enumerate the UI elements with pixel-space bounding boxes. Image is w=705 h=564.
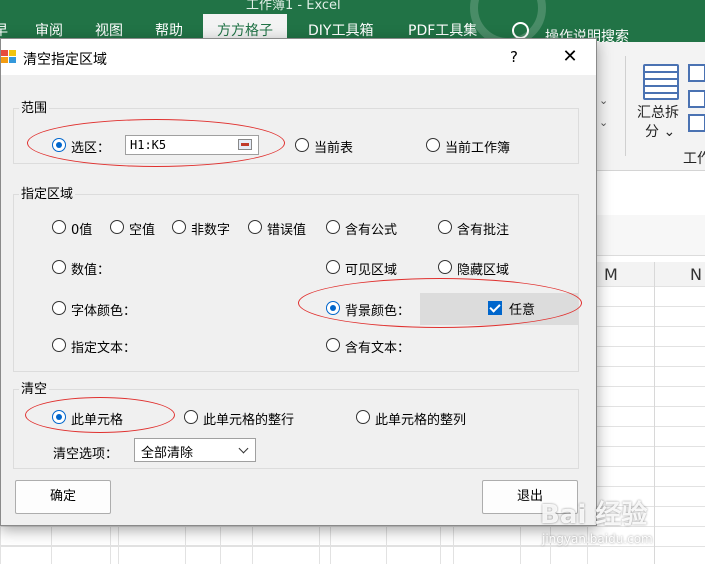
summary-split-button[interactable]: 汇总拆 分 ⌄ xyxy=(637,60,683,140)
radio-dot[interactable] xyxy=(438,220,452,234)
radio-label: 空值 xyxy=(129,223,156,238)
column-header-m[interactable]: M xyxy=(604,265,618,284)
radio-dot[interactable] xyxy=(52,410,66,424)
chevron-down-icon[interactable]: ⌄ xyxy=(599,116,608,129)
radio-label: 数值： xyxy=(71,263,111,278)
radio-dot[interactable] xyxy=(52,338,66,352)
window-title: 工作簿1 - Excel xyxy=(246,0,341,13)
radio-label: 此单元格的整列 xyxy=(375,413,467,428)
help-button[interactable]: ? xyxy=(501,45,527,69)
tab-pdf-tools[interactable]: PDF工具集 xyxy=(408,20,477,40)
tab-view[interactable]: 视图 xyxy=(95,20,123,40)
tab-help[interactable]: 帮助 xyxy=(155,20,183,40)
sheet-icon[interactable] xyxy=(688,90,705,108)
radio-label: 背景颜色： xyxy=(345,304,411,319)
radio-label: 含有文本： xyxy=(345,341,411,356)
ribbon-tab-bar: 工作簿1 - Excel 早 审阅 视图 帮助 方方格子 DIY工具箱 PDF工… xyxy=(0,0,705,46)
range-group-title: 范围 xyxy=(19,97,50,116)
radio-label: 非数字 xyxy=(191,223,231,238)
table-split-icon xyxy=(643,64,679,100)
clear-options-select[interactable]: 全部清除 xyxy=(134,438,256,462)
radio-label: 含有批注 xyxy=(457,223,510,238)
watermark-url: jingyan.baidu.com xyxy=(542,532,653,546)
watermark-logo: Bai 经验 xyxy=(540,500,648,530)
radio-dot[interactable] xyxy=(356,410,370,424)
chevron-down-icon xyxy=(238,443,249,454)
clear-area-dialog: 清空指定区域 ? ✕ 范围 选区： H1:K5 当前表 当前工作簿 指定区域 0… xyxy=(0,38,597,526)
radio-dot[interactable] xyxy=(184,410,198,424)
radio-dot[interactable] xyxy=(52,138,66,152)
radio-label: 指定文本： xyxy=(71,341,137,356)
dialog-titlebar: 清空指定区域 ? ✕ xyxy=(1,39,596,75)
radio-label: 隐藏区域 xyxy=(457,263,510,278)
dialog-title: 清空指定区域 xyxy=(23,52,107,68)
sheet-icon[interactable] xyxy=(688,114,705,132)
tab-diy-toolbox[interactable]: DIY工具箱 xyxy=(308,20,373,40)
radio-dot[interactable] xyxy=(326,301,340,315)
clear-options-label: 清空选项： xyxy=(53,447,119,462)
sheet-icon[interactable] xyxy=(688,64,705,82)
radio-label: 0值 xyxy=(71,223,93,238)
radio-label: 当前表 xyxy=(314,141,354,156)
app-icon xyxy=(1,50,17,64)
range-picker-icon[interactable] xyxy=(238,139,252,150)
radio-dot[interactable] xyxy=(426,138,440,152)
ribbon-separator xyxy=(625,56,626,156)
radio-label: 可见区域 xyxy=(345,263,398,278)
chevron-down-icon[interactable]: ⌄ xyxy=(599,94,608,107)
summary-label: 分 ⌄ xyxy=(645,124,676,140)
radio-label: 此单元格 xyxy=(71,413,124,428)
lightbulb-icon xyxy=(512,22,529,39)
clear-options-value: 全部清除 xyxy=(141,446,194,461)
ribbon-group-label: 工作 xyxy=(683,151,705,167)
radio-dot[interactable] xyxy=(295,138,309,152)
radio-dot[interactable] xyxy=(110,220,124,234)
radio-label: 当前工作簿 xyxy=(445,141,511,156)
radio-dot[interactable] xyxy=(52,220,66,234)
column-header-n[interactable]: N xyxy=(690,265,702,284)
radio-label: 错误值 xyxy=(267,223,307,238)
radio-dot[interactable] xyxy=(438,260,452,274)
radio-dot[interactable] xyxy=(172,220,186,234)
tab-file-partial[interactable]: 早 xyxy=(0,20,8,40)
ok-button[interactable]: 确定 xyxy=(15,480,111,514)
radio-dot[interactable] xyxy=(326,220,340,234)
tab-review[interactable]: 审阅 xyxy=(35,20,63,40)
radio-label: 含有公式 xyxy=(345,223,398,238)
radio-label: 选区： xyxy=(71,141,111,156)
radio-dot[interactable] xyxy=(248,220,262,234)
clear-group-title: 清空 xyxy=(19,378,50,397)
summary-label: 汇总拆 xyxy=(637,105,679,121)
radio-dot[interactable] xyxy=(52,260,66,274)
baidu-watermark: Bai 经验 jingyan.baidu.com xyxy=(540,488,700,558)
any-color-checkbox[interactable] xyxy=(488,301,502,315)
radio-dot[interactable] xyxy=(52,301,66,315)
close-button[interactable]: ✕ xyxy=(557,45,583,69)
any-color-label: 任意 xyxy=(509,303,536,318)
radio-label: 此单元格的整行 xyxy=(203,413,295,428)
cell-grid-lower[interactable] xyxy=(0,526,600,564)
area-group-title: 指定区域 xyxy=(19,183,76,202)
radio-dot[interactable] xyxy=(326,260,340,274)
radio-label: 字体颜色： xyxy=(71,304,137,319)
radio-dot[interactable] xyxy=(326,338,340,352)
